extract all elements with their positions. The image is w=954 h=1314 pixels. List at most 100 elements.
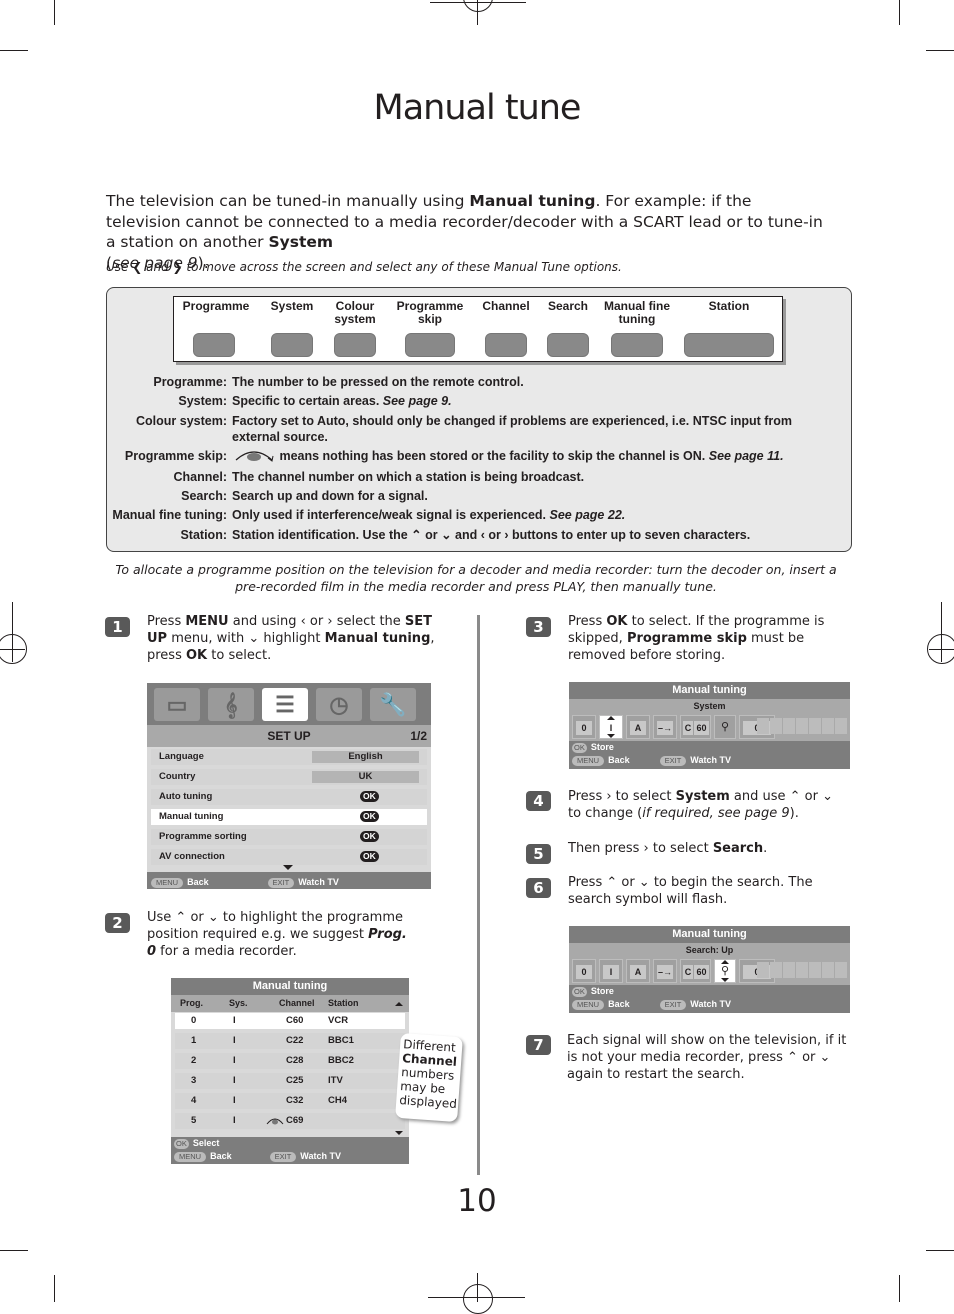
tuning-list-row[interactable]: 0 I C60 VCR: [175, 1013, 405, 1029]
definition-text: The number to be pressed on the remote c…: [232, 375, 524, 389]
tuning-field[interactable]: A: [626, 959, 650, 983]
definition-term: Programme:: [153, 375, 227, 389]
definition-desc: Factory set to Auto, should only be chan…: [232, 413, 810, 445]
cell-station: CH4: [328, 1095, 348, 1106]
tuning-field[interactable]: ⚲: [714, 715, 736, 739]
page-reference: See page 9.: [382, 394, 452, 409]
option-label-programme: Programme: [182, 299, 250, 313]
tuning-title: Manual tuning: [569, 682, 850, 699]
tuning-field[interactable]: –→: [653, 715, 677, 739]
tuning-field[interactable]: 0: [572, 715, 596, 739]
station-char-slot[interactable]: [809, 962, 821, 978]
station-char-slot[interactable]: [809, 718, 821, 734]
arrow-up-icon[interactable]: [721, 960, 729, 964]
ok-key: OK: [174, 1139, 189, 1149]
option-button-colour-system: [334, 333, 376, 357]
column-divider: [477, 615, 480, 1175]
station-char-slot[interactable]: [835, 718, 847, 734]
station-char-slot[interactable]: [822, 962, 834, 978]
cell-station: VCR: [328, 1015, 349, 1026]
scroll-down-icon[interactable]: [395, 1131, 403, 1135]
step-3-text: Press OK to select. If the programme is …: [568, 613, 853, 664]
tuning-field[interactable]: I: [599, 959, 623, 983]
ok-key: OK: [572, 743, 587, 753]
cell-channel: C25: [286, 1075, 304, 1086]
menu-page: 1/2: [410, 729, 427, 743]
menu-header: SET UP 1/2: [147, 725, 431, 747]
arrow-up-icon[interactable]: [607, 716, 615, 720]
scroll-up-icon[interactable]: [395, 1002, 403, 1006]
tuning-field[interactable]: –→: [653, 959, 677, 983]
setup-menu-row[interactable]: Country UK: [151, 769, 427, 785]
step-emphasis: Programme skip: [626, 631, 747, 646]
option-label-station: Station: [708, 299, 750, 313]
list-title: Manual tuning: [171, 978, 409, 995]
station-char-slot[interactable]: [796, 718, 808, 734]
tuning-field[interactable]: 0: [572, 959, 596, 983]
row-value: UK: [312, 771, 419, 783]
station-char-slot[interactable]: [757, 718, 769, 734]
page-reference: See page 11.: [708, 448, 784, 463]
field-value: A: [630, 965, 646, 979]
setup-icon[interactable]: ☰: [262, 688, 308, 721]
station-char-slot[interactable]: [770, 718, 782, 734]
timer-icon[interactable]: ◷: [316, 688, 362, 721]
back-label: Back: [187, 877, 209, 887]
step-text-part: to select.: [207, 648, 272, 663]
station-char-slot[interactable]: [770, 962, 782, 978]
station-char-slot[interactable]: [835, 962, 847, 978]
station-char-slot[interactable]: [796, 962, 808, 978]
station-char-slot[interactable]: [783, 718, 795, 734]
header-channel: Channel: [279, 998, 315, 1008]
crop-mark: [54, 0, 55, 25]
chevron-left-icon: ❮: [132, 260, 143, 274]
tuning-field[interactable]: I: [599, 715, 623, 739]
select-label: Select: [192, 1138, 220, 1148]
manual-tuning-search-screen: Manual tuningSearch: Up0IA–→C60⚲0OKStore…: [569, 926, 850, 1013]
step-number: 5: [526, 844, 551, 864]
arrow-down-icon[interactable]: [721, 978, 729, 982]
station-char-slot[interactable]: [783, 962, 795, 978]
step-emphasis: MENU: [185, 614, 229, 629]
setup-menu-row[interactable]: Programme sorting OK: [151, 829, 427, 845]
tuning-list-row[interactable]: 5 I C69: [175, 1113, 405, 1129]
ok-icon: OK: [360, 851, 379, 862]
tuning-list-row[interactable]: 2 I C28 BBC2: [175, 1053, 405, 1069]
step-text-part: Press: [147, 614, 186, 629]
tuning-list-row[interactable]: 3 I C25 ITV: [175, 1073, 405, 1089]
scroll-down-icon[interactable]: [283, 865, 293, 870]
picture-icon[interactable]: ▭: [154, 688, 200, 721]
option-label-channel: Channel: [482, 299, 530, 313]
crop-mark: [926, 50, 954, 51]
tools-icon[interactable]: 🔧: [370, 688, 416, 721]
sound-icon[interactable]: 𝄞: [208, 688, 254, 721]
tuning-footer: OK Store MENU Back EXIT Watch TV: [569, 985, 850, 1013]
skip-icon: [232, 450, 276, 465]
store-label: Store: [590, 742, 614, 752]
tuning-field[interactable]: ⚲: [714, 959, 736, 983]
ok-icon: OK: [360, 831, 379, 842]
setup-menu-row[interactable]: Manual tuning OK: [151, 809, 427, 825]
tuning-field[interactable]: A: [626, 715, 650, 739]
setup-menu-row[interactable]: Language English: [151, 749, 427, 765]
list-header: Prog. Sys. Channel Station: [171, 995, 409, 1012]
tuning-list-row[interactable]: 4 I C32 CH4: [175, 1093, 405, 1109]
registration-mark: [927, 634, 954, 664]
field-value: I: [603, 965, 619, 979]
crop-mark: [0, 1250, 28, 1251]
store-label: Store: [590, 986, 614, 996]
list-footer: OK Select MENU Back EXIT Watch TV: [171, 1137, 409, 1164]
tuning-field[interactable]: C 60: [680, 715, 711, 739]
cell-channel: C28: [286, 1055, 304, 1066]
registration-mark: [463, 0, 493, 12]
tuning-field[interactable]: C 60: [680, 959, 711, 983]
option-button-system: [271, 333, 313, 357]
tuning-list-row[interactable]: 1 I C22 BBC1: [175, 1033, 405, 1049]
station-char-slot[interactable]: [757, 962, 769, 978]
station-char-slot[interactable]: [822, 718, 834, 734]
arrow-down-icon[interactable]: [607, 734, 615, 738]
back-label: Back: [608, 999, 630, 1009]
setup-menu-row[interactable]: AV connection OK: [151, 849, 427, 865]
setup-menu-row[interactable]: Auto tuning OK: [151, 789, 427, 805]
definition-term: Colour system:: [136, 413, 227, 428]
